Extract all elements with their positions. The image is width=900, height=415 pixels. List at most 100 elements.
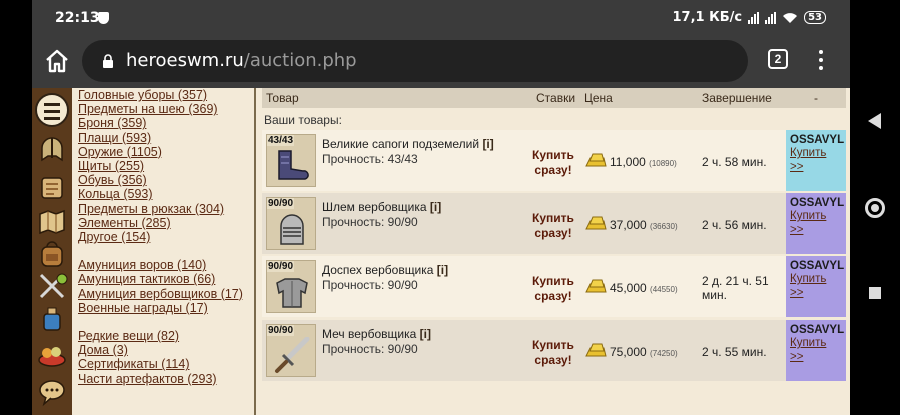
col-price[interactable]: Цена <box>584 91 613 105</box>
item-durability: Прочность: 43/43 <box>322 152 418 166</box>
category-link[interactable]: Амуниция вербовщиков (17) <box>78 287 254 301</box>
potion-icon[interactable] <box>36 304 68 336</box>
feast-icon[interactable] <box>36 338 68 370</box>
item-thumbnail[interactable]: 90/90 <box>266 197 316 250</box>
gold-icon <box>585 216 607 230</box>
end-time-line2: мин. <box>702 288 727 302</box>
price-value: 37,000 <box>610 218 647 232</box>
buy-link[interactable]: Купить <box>790 272 842 286</box>
item-name: Меч вербовщика [i] <box>322 327 431 341</box>
category-link[interactable]: Щиты (255) <box>78 159 254 173</box>
category-link[interactable]: Редкие вещи (82) <box>78 329 254 343</box>
item-info-link[interactable]: [i] <box>437 263 448 277</box>
lot-end-time: 2 ч. 55 мин. <box>702 345 767 359</box>
item-durability: Прочность: 90/90 <box>322 278 418 292</box>
category-link[interactable]: Предметы в рюкзак (304) <box>78 202 254 216</box>
category-link[interactable]: Дома (3) <box>78 343 254 357</box>
seller-nick[interactable]: OSSAVYL <box>790 260 844 272</box>
item-info-link[interactable]: [i] <box>482 137 493 151</box>
category-link[interactable]: Плащи (593) <box>78 131 254 145</box>
chat-icon[interactable] <box>36 376 68 408</box>
armor-icon <box>276 278 308 308</box>
lot-price: 75,000 (74250) <box>610 345 678 359</box>
category-link[interactable]: Кольца (593) <box>78 187 254 201</box>
col-item[interactable]: Товар <box>266 91 299 105</box>
boots-icon <box>278 150 309 180</box>
category-link[interactable]: Военные награды (17) <box>78 301 254 315</box>
item-thumbnail[interactable]: 43/43 <box>266 134 316 187</box>
browser-toolbar: heroeswm.ru/auction.php 2 <box>32 36 850 88</box>
home-icon[interactable] <box>44 48 70 74</box>
status-time: 22:13 <box>55 10 100 26</box>
item-thumbnail[interactable]: 90/90 <box>266 324 316 377</box>
map-icon[interactable] <box>36 206 68 238</box>
crossed-swords-icon[interactable] <box>36 270 68 302</box>
category-link[interactable]: Предметы на шею (369) <box>78 102 254 116</box>
category-link[interactable]: Броня (359) <box>78 116 254 130</box>
item-thumbnail[interactable]: 90/90 <box>266 260 316 313</box>
category-spacer <box>78 315 254 329</box>
category-link[interactable]: Сертификаты (114) <box>78 357 254 371</box>
lot-row: 90/90 Меч вербовщика [i] Прочность: 90/9… <box>262 320 846 381</box>
category-link[interactable]: Головные уборы (357) <box>78 88 254 102</box>
seller-nick[interactable]: OSSAVYL <box>790 134 844 146</box>
battery-indicator: 53 <box>804 11 826 24</box>
status-indicators: 17,1 КБ/с 53 <box>672 10 826 25</box>
buy-link-arrow[interactable]: >> <box>790 286 842 300</box>
android-nav-bar <box>850 0 900 415</box>
buy-link-arrow[interactable]: >> <box>790 350 842 364</box>
category-link[interactable]: Оружие (1105) <box>78 145 254 159</box>
category-link[interactable]: Элементы (285) <box>78 216 254 230</box>
durability-badge: 43/43 <box>267 135 295 146</box>
back-icon[interactable] <box>868 113 881 129</box>
buy-link-arrow[interactable]: >> <box>790 223 842 237</box>
seller-nick[interactable]: OSSAVYL <box>790 197 844 209</box>
category-link[interactable]: Обувь (356) <box>78 173 254 187</box>
col-end[interactable]: Завершение <box>702 91 772 105</box>
category-link[interactable]: Амуниция тактиков (66) <box>78 272 254 286</box>
buy-now-line2: сразу! <box>534 163 572 177</box>
signal-icon <box>748 11 760 24</box>
seller-nick[interactable]: OSSAVYL <box>790 324 844 336</box>
category-link[interactable]: Части артефактов (293) <box>78 372 254 386</box>
price-value: 11,000 <box>610 155 646 169</box>
price-sub: (74250) <box>650 349 678 358</box>
your-goods-label: Ваши товары: <box>264 113 342 127</box>
helmet-item-icon <box>280 214 304 245</box>
buy-link[interactable]: Купить <box>790 146 842 160</box>
lot-row: 90/90 Шлем вербовщика [i] Прочность: 90/… <box>262 193 846 254</box>
recents-icon[interactable] <box>869 287 881 299</box>
seller-cell: OSSAVYL Купить >> <box>786 320 846 381</box>
browser-menu-icon[interactable] <box>816 48 826 72</box>
item-durability: Прочность: 90/90 <box>322 215 418 229</box>
scroll-icon[interactable] <box>36 172 68 204</box>
buy-link-arrow[interactable]: >> <box>790 160 842 174</box>
backpack-icon[interactable] <box>36 238 68 270</box>
buy-now-label: Купить сразу! <box>528 148 578 178</box>
item-name-text: Меч вербовщика <box>322 327 417 341</box>
item-name: Шлем вербовщика [i] <box>322 200 441 214</box>
lot-price: 11,000 (10890) <box>610 155 677 169</box>
address-bar[interactable]: heroeswm.ru/auction.php <box>82 40 748 82</box>
menu-icon[interactable] <box>35 93 69 127</box>
tab-switcher-button[interactable]: 2 <box>768 49 788 69</box>
buy-link[interactable]: Купить <box>790 336 842 350</box>
durability-badge: 90/90 <box>267 325 295 336</box>
price-value: 45,000 <box>610 281 647 295</box>
buy-now-label: Купить сразу! <box>528 211 578 241</box>
buy-now-line1: Купить <box>532 274 574 288</box>
col-seller: - <box>814 91 818 105</box>
lot-end-time: 2 д. 21 ч. 51 мин. <box>702 274 782 302</box>
buy-link[interactable]: Купить <box>790 209 842 223</box>
category-link[interactable]: Амуниция воров (140) <box>78 258 254 272</box>
item-info-link[interactable]: [i] <box>430 200 441 214</box>
category-link[interactable]: Другое (154) <box>78 230 254 244</box>
item-info-link[interactable]: [i] <box>420 327 431 341</box>
item-name-text: Великие сапоги подземелий <box>322 137 480 151</box>
phone-screen: 22:13 17,1 КБ/с 53 heroeswm.ru/auction.p… <box>32 0 850 415</box>
auction-lots-panel: Товар Ставки Цена Завершение - Ваши това… <box>258 88 850 415</box>
home-circle-icon[interactable] <box>865 198 885 218</box>
col-bids[interactable]: Ставки <box>536 91 575 105</box>
helmet-icon[interactable] <box>36 134 68 166</box>
lot-price: 45,000 (44550) <box>610 281 678 295</box>
